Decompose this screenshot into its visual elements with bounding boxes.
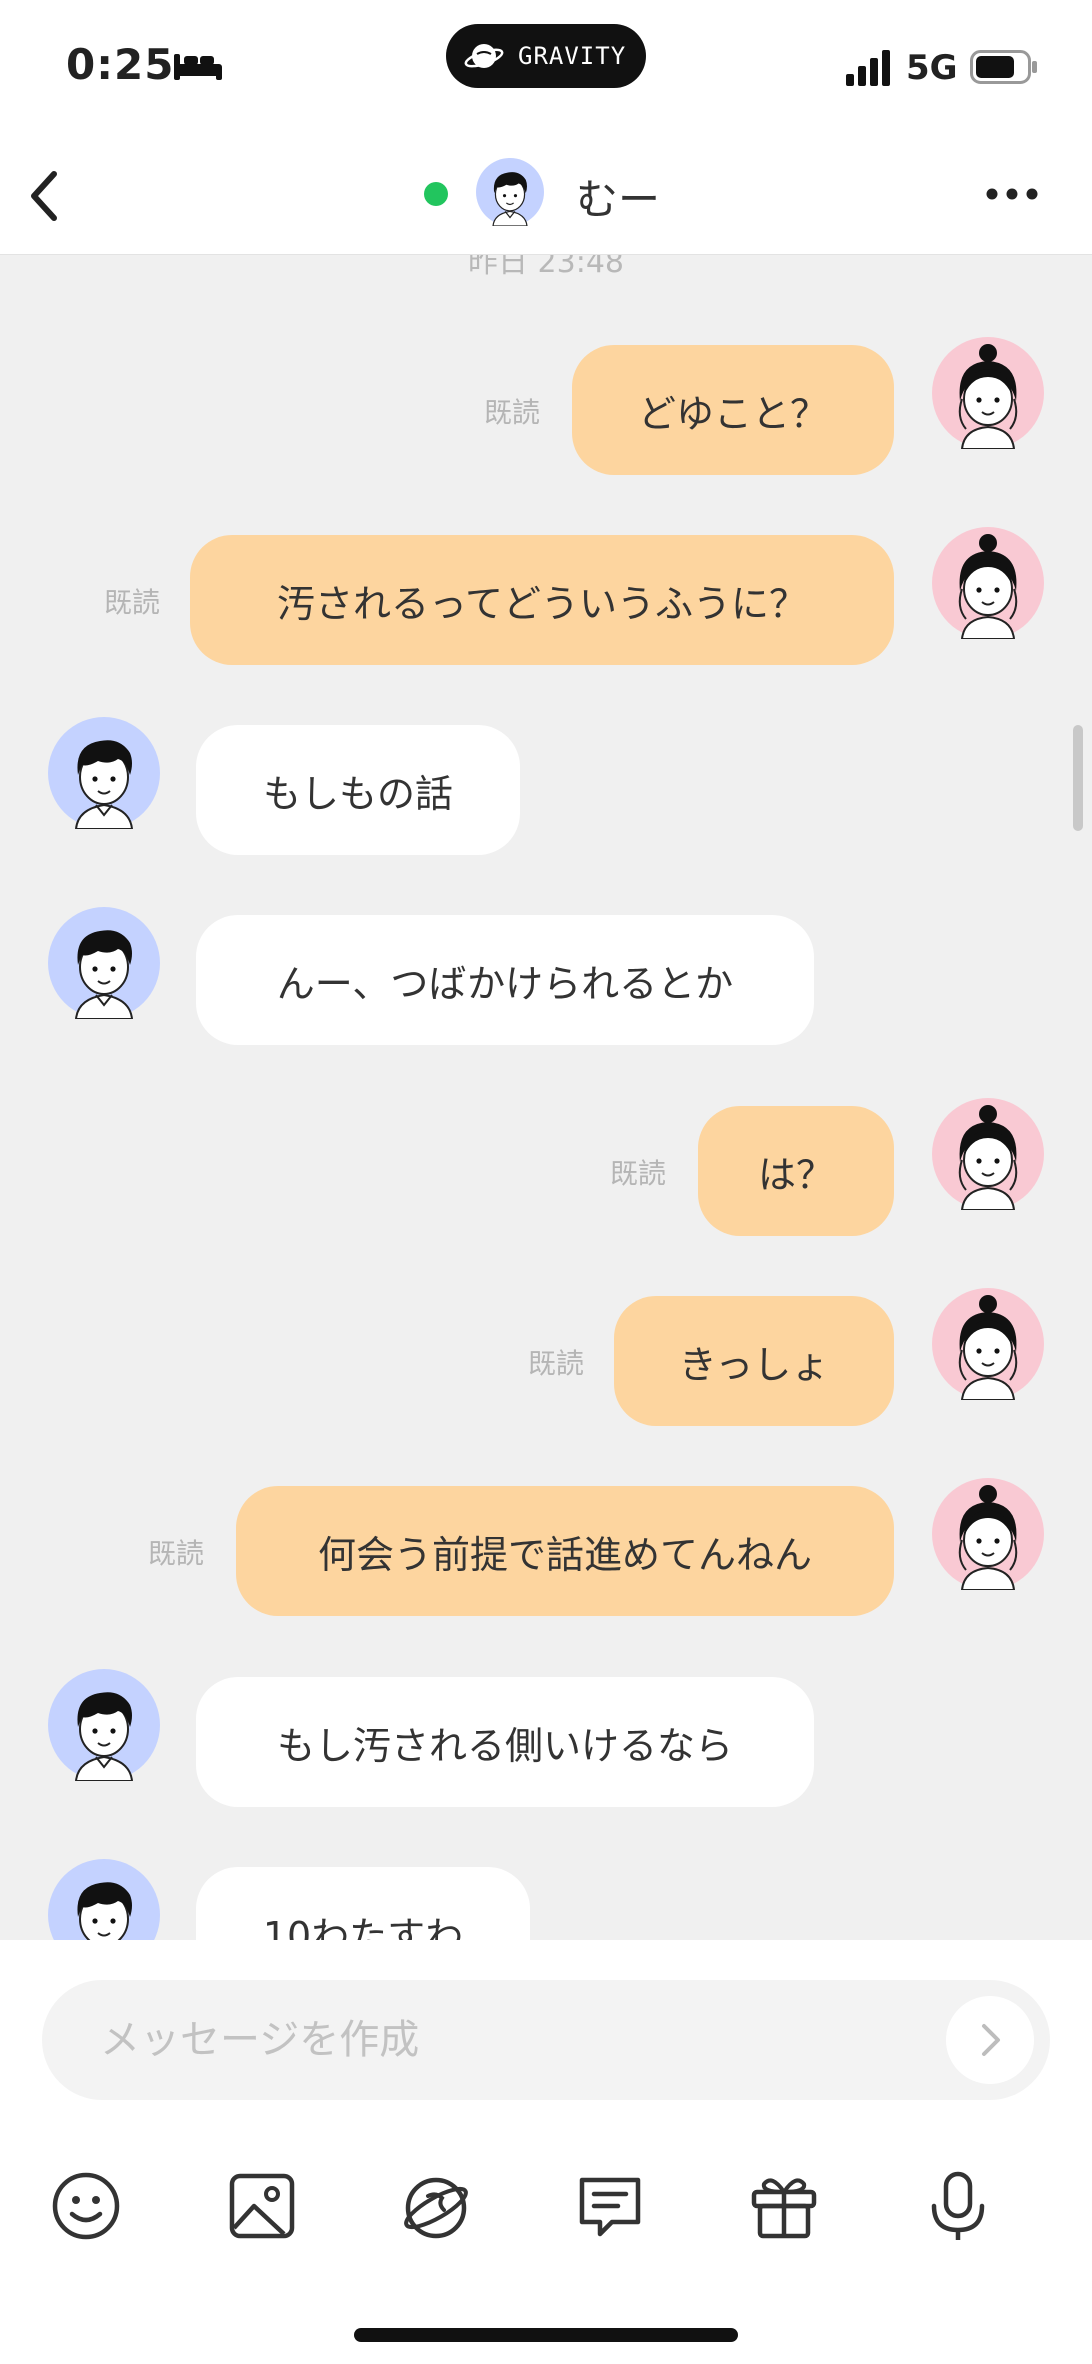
message-bubble[interactable]: きっしょ	[614, 1296, 894, 1426]
read-receipt: 既読	[104, 586, 161, 619]
message-bubble[interactable]: もしもの話	[196, 725, 520, 855]
message-row-sent: 既読 汚されるってどういうふうに？	[0, 527, 1092, 665]
my-avatar[interactable]	[932, 1478, 1044, 1590]
contact-avatar[interactable]	[48, 717, 160, 829]
status-time: 0:25	[66, 40, 175, 89]
signal-icon	[846, 50, 890, 86]
online-status-dot	[424, 182, 448, 206]
microphone-icon[interactable]	[920, 2168, 996, 2244]
send-chevron-icon[interactable]	[946, 1996, 1034, 2084]
message-bubble[interactable]: は？	[698, 1106, 894, 1236]
pill-label: GRAVITY	[518, 42, 627, 70]
message-bubble[interactable]: 汚されるってどういうふうに？	[190, 535, 894, 665]
contact-name[interactable]: むー	[576, 166, 660, 227]
message-bubble[interactable]: んー、つばかけられるとか	[196, 915, 814, 1045]
message-row-sent: 既読 何会う前提で話進めてんねん	[0, 1478, 1092, 1616]
more-options-icon[interactable]	[982, 174, 1042, 214]
image-icon[interactable]	[224, 2168, 300, 2244]
my-avatar[interactable]	[932, 1098, 1044, 1210]
message-list[interactable]: 昨日 23:48 既読 どゆこと？ 既読 汚されるってどういうふうに？ もしもの…	[0, 255, 1092, 1940]
message-row-received: 10わたすわ	[0, 1859, 1092, 1940]
message-bubble[interactable]: 何会う前提で話進めてんねん	[236, 1486, 894, 1616]
network-type: 5G	[906, 48, 958, 88]
message-row-sent: 既読 どゆこと？	[0, 337, 1092, 475]
my-avatar[interactable]	[932, 1288, 1044, 1400]
my-avatar[interactable]	[932, 527, 1044, 639]
contact-avatar[interactable]	[476, 158, 544, 226]
message-row-sent: 既読 きっしょ	[0, 1288, 1092, 1426]
contact-avatar[interactable]	[48, 1859, 160, 1940]
contact-avatar[interactable]	[48, 907, 160, 1019]
read-receipt: 既読	[610, 1157, 667, 1190]
my-avatar[interactable]	[932, 337, 1044, 449]
battery-icon	[970, 50, 1037, 84]
emoji-icon[interactable]	[48, 2168, 124, 2244]
message-bubble[interactable]: 10わたすわ	[196, 1867, 530, 1940]
composer-toolbar	[0, 2168, 1092, 2264]
home-indicator[interactable]	[354, 2328, 738, 2342]
read-receipt: 既読	[484, 396, 541, 429]
message-bubble[interactable]: もし汚される側いけるなら	[196, 1677, 814, 1807]
date-separator: 昨日 23:48	[468, 255, 624, 280]
gravity-pill[interactable]: GRAVITY	[446, 24, 646, 88]
read-receipt: 既読	[148, 1537, 205, 1570]
message-row-sent: 既読 は？	[0, 1098, 1092, 1236]
message-input[interactable]	[42, 1980, 1050, 2100]
scrollbar[interactable]	[1073, 725, 1083, 831]
planet-logo-icon	[464, 44, 504, 68]
back-chevron-icon[interactable]	[20, 162, 68, 230]
message-row-received: もしもの話	[0, 717, 1092, 855]
gift-icon[interactable]	[746, 2168, 822, 2244]
message-row-received: んー、つばかけられるとか	[0, 907, 1092, 1045]
status-bar: 0:25 GRAVITY 5G	[0, 0, 1092, 140]
read-receipt: 既読	[528, 1347, 585, 1380]
message-bubble[interactable]: どゆこと？	[572, 345, 894, 475]
chat-header: むー	[0, 140, 1092, 255]
planet-sticker-icon[interactable]	[398, 2168, 474, 2244]
sleep-mode-icon	[174, 54, 222, 80]
composer-area	[0, 1940, 1092, 2364]
contact-avatar[interactable]	[48, 1669, 160, 1781]
message-template-icon[interactable]	[572, 2168, 648, 2244]
message-row-received: もし汚される側いけるなら	[0, 1669, 1092, 1807]
